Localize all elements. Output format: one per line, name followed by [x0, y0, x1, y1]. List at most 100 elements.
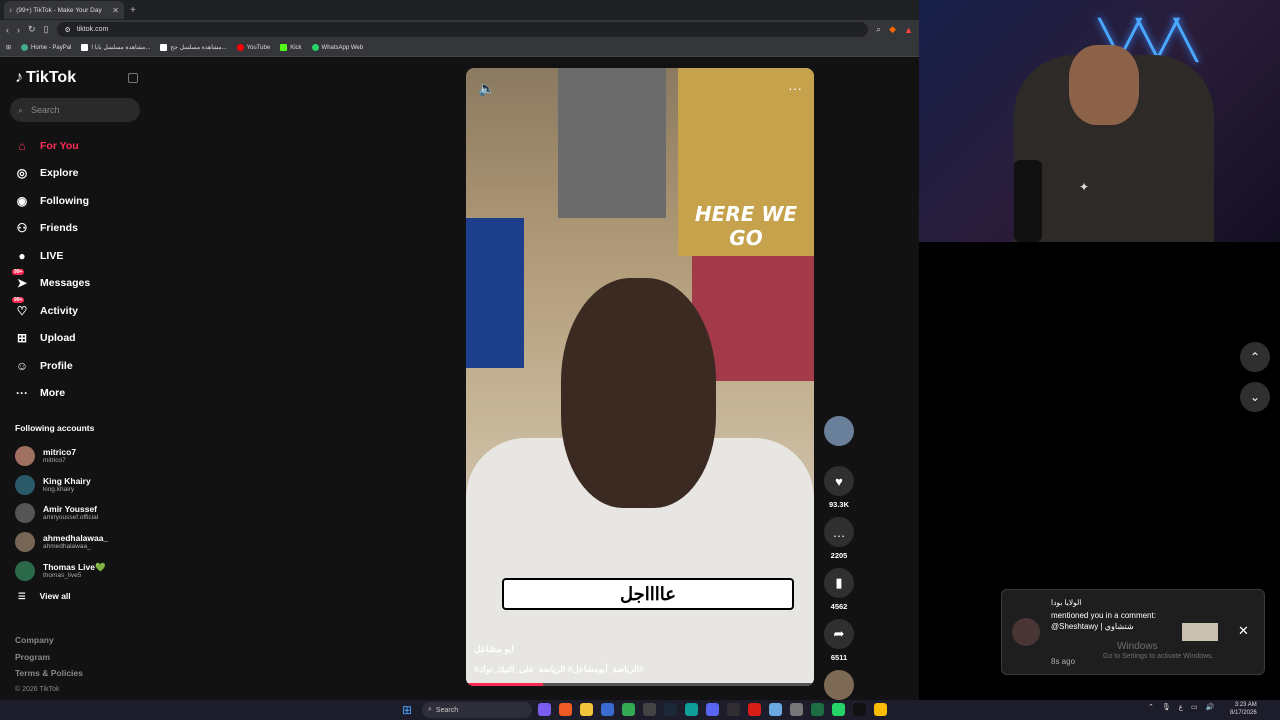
- address-bar[interactable]: ⚙ tiktok.com: [56, 22, 869, 37]
- footer-program-link[interactable]: Program: [15, 649, 83, 666]
- bookmark-icon[interactable]: ▯: [44, 24, 49, 35]
- site-info-icon[interactable]: ⚙: [65, 26, 71, 34]
- chrome-icon[interactable]: [622, 703, 635, 716]
- footer-terms-link[interactable]: Terms & Policies: [15, 665, 83, 682]
- bookmark-paypal[interactable]: Home - PayPal: [21, 44, 71, 51]
- account-item[interactable]: Thomas Live💚 thomas_live5: [15, 556, 108, 585]
- taskbar-clock[interactable]: 3:23 AM 8/17/2026: [1230, 701, 1257, 717]
- next-video-button[interactable]: ⌄: [1240, 382, 1270, 412]
- nav-live[interactable]: ● LIVE: [14, 242, 90, 270]
- following-accounts-list: mitrico7 mitrico7 King Khairy king.khairy …: [15, 442, 108, 585]
- edge-icon[interactable]: [685, 703, 698, 716]
- webcam-overlay: ╲╱╲╱╲ ✦: [919, 0, 1280, 242]
- creator-avatar[interactable]: [824, 416, 854, 446]
- save-button[interactable]: ▮ 4562: [824, 568, 854, 611]
- music-disc-icon[interactable]: [824, 670, 854, 700]
- settings-icon[interactable]: [790, 703, 803, 716]
- terminal-icon[interactable]: [643, 703, 656, 716]
- avatar: [15, 560, 35, 581]
- account-item[interactable]: mitrico7 mitrico7: [15, 442, 108, 471]
- nav-profile[interactable]: ☺ Profile: [14, 352, 90, 380]
- excel-icon[interactable]: [811, 703, 824, 716]
- share-button[interactable]: ➦ 6511: [824, 619, 854, 662]
- language-icon[interactable]: ع: [1179, 703, 1183, 711]
- more-icon: ···: [16, 386, 28, 401]
- footer-company-link[interactable]: Company: [15, 632, 83, 649]
- tiktok-icon[interactable]: [853, 703, 866, 716]
- live-icon: ●: [18, 248, 26, 263]
- collapse-sidebar-icon[interactable]: [128, 73, 138, 83]
- copilot-icon[interactable]: [538, 703, 551, 716]
- video-progress-bar[interactable]: [466, 683, 814, 686]
- store-icon[interactable]: [601, 703, 614, 716]
- view-all-button[interactable]: ☰ View all: [18, 591, 71, 602]
- previous-video-button[interactable]: ⌃: [1240, 342, 1270, 372]
- nav-for-you[interactable]: ⌂ For You: [14, 132, 90, 160]
- search-placeholder: Search: [31, 105, 60, 115]
- bookmark-series-2[interactable]: مشاهدة مسلسل جح...: [160, 44, 227, 51]
- avatar: [1012, 618, 1040, 646]
- adobe-icon[interactable]: [748, 703, 761, 716]
- clock-time: 3:23 AM: [1234, 702, 1257, 708]
- close-icon[interactable]: ✕: [1238, 623, 1249, 639]
- profile-icon: ☺: [15, 358, 29, 373]
- account-item[interactable]: ahmedhalawaa_ ahmedhalawaa_: [15, 528, 108, 557]
- footer-links: Company Program Terms & Policies © 2026 …: [15, 632, 83, 698]
- streamer: [1014, 45, 1214, 242]
- account-item[interactable]: Amir Youssef amiryoussef.official: [15, 499, 108, 528]
- tab-tiktok[interactable]: ♪ (99+) TikTok - Make Your Day ✕: [4, 1, 124, 19]
- avatar: [15, 446, 35, 467]
- apps-icon[interactable]: ⊞: [6, 44, 11, 51]
- file-explorer-icon[interactable]: [580, 703, 593, 716]
- video-author[interactable]: ابو مشاعل: [474, 644, 514, 655]
- tray-chevron-icon[interactable]: ⌃: [1148, 703, 1154, 711]
- nav-friends[interactable]: ⚇ Friends: [14, 215, 90, 243]
- account-item[interactable]: King Khairy king.khairy: [15, 471, 108, 500]
- taskbar-search[interactable]: ⌕ Search: [422, 702, 532, 718]
- poster-image: [466, 218, 524, 368]
- volume-icon[interactable]: 🔈: [478, 80, 495, 97]
- more-options-icon[interactable]: ···: [788, 80, 802, 96]
- mic-tray-icon[interactable]: 🎙: [1162, 703, 1171, 711]
- bookmark-icon: ▮: [824, 568, 854, 598]
- new-tab-icon[interactable]: +: [130, 5, 136, 16]
- bookmark-kick[interactable]: Kick: [280, 44, 302, 51]
- notification-toast[interactable]: الولايا بودا mentioned you in a comment:…: [1001, 589, 1265, 675]
- search-input[interactable]: ⌕ Search: [10, 98, 140, 122]
- video-player[interactable]: HERE WE GO 🔈 ··· عااااجل ابو مشاعل #الري…: [466, 68, 814, 686]
- comment-button[interactable]: … 2205: [824, 517, 854, 560]
- back-icon[interactable]: ‹: [6, 25, 9, 35]
- obs-icon[interactable]: [727, 703, 740, 716]
- nav-activity[interactable]: ♡ 99+ Activity: [12, 296, 90, 325]
- rewards-icon[interactable]: ▲: [904, 25, 913, 35]
- brave-icon[interactable]: [559, 703, 572, 716]
- tiktok-logo[interactable]: ♪ TikTok: [15, 69, 76, 87]
- steam-icon[interactable]: [664, 703, 677, 716]
- video-hashtags[interactable]: #الرياضة_أبومشاعل# الرياضة_على_التيك_توك…: [474, 664, 644, 675]
- notepad-icon[interactable]: [769, 703, 782, 716]
- like-button[interactable]: ♥ 93.3K: [824, 466, 854, 509]
- zoom-icon[interactable]: ⌕: [876, 24, 881, 35]
- brave-shield-icon[interactable]: ◆: [889, 24, 896, 35]
- nav-more[interactable]: ··· More: [14, 380, 90, 408]
- nav-following[interactable]: ◉ Following: [14, 187, 90, 215]
- whatsapp-icon[interactable]: [832, 703, 845, 716]
- compass-icon: ◎: [16, 166, 28, 181]
- search-icon: ⌕: [18, 104, 24, 115]
- bookmark-series-1[interactable]: مشاهدة مسلسل بابا ا...: [81, 44, 150, 51]
- reload-icon[interactable]: ↻: [28, 24, 36, 35]
- forward-icon[interactable]: ›: [17, 25, 20, 35]
- bookmark-youtube[interactable]: YouTube: [236, 44, 270, 51]
- windows-start-icon[interactable]: ⊞: [402, 703, 412, 717]
- close-tab-icon[interactable]: ✕: [112, 6, 119, 15]
- bookmark-whatsapp[interactable]: WhatsApp Web: [311, 44, 363, 51]
- discord-icon[interactable]: [706, 703, 719, 716]
- nav-explore[interactable]: ◎ Explore: [14, 160, 90, 188]
- network-icon[interactable]: ▭: [1191, 703, 1198, 711]
- nav-messages[interactable]: ➤ 99+ Messages: [12, 269, 90, 298]
- nav-upload[interactable]: ⊞ Upload: [14, 325, 90, 353]
- tiktok-favicon-icon: ♪: [9, 6, 13, 14]
- chrome-alt-icon[interactable]: [874, 703, 887, 716]
- friends-icon: ⚇: [16, 221, 28, 236]
- volume-tray-icon[interactable]: 🔊: [1206, 703, 1215, 711]
